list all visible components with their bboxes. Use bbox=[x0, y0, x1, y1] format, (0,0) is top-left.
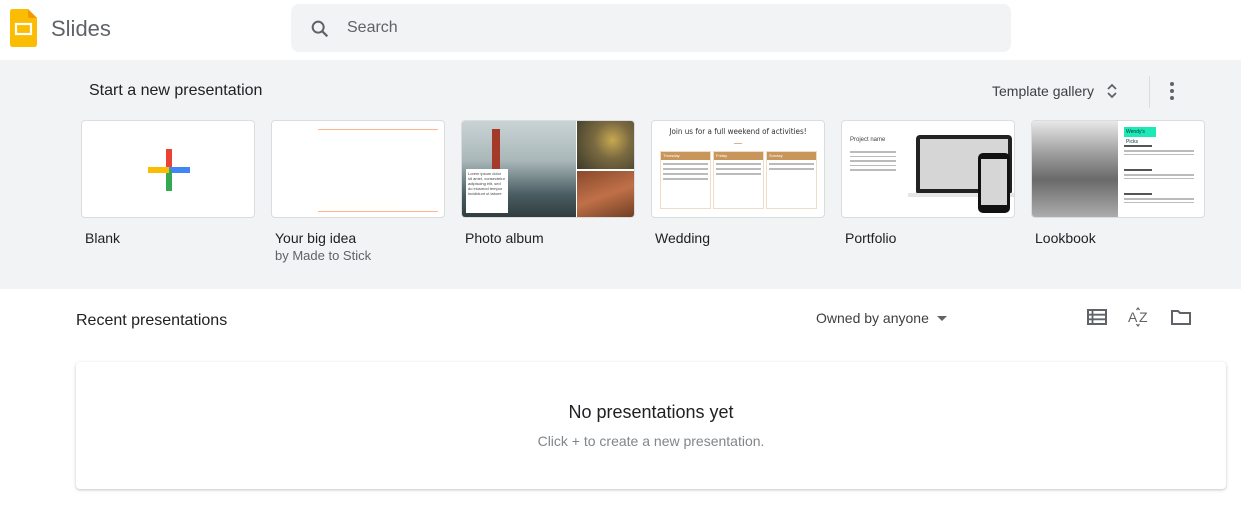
template-thumbnail[interactable]: Join us for a full weekend of activities… bbox=[651, 120, 825, 218]
thumb-day: Sunday bbox=[767, 152, 816, 160]
folder-icon[interactable] bbox=[1169, 305, 1193, 329]
thumb-title: Join us for a full weekend of activities… bbox=[669, 127, 807, 136]
search-input[interactable] bbox=[347, 16, 987, 40]
thumb-byline: A guide by Chip Heath & Dan Heath bbox=[318, 201, 398, 207]
template-lookbook[interactable]: Wendy's Picks Lookbook bbox=[1031, 120, 1205, 246]
template-section: Start a new presentation Template galler… bbox=[0, 60, 1241, 289]
svg-text:Z: Z bbox=[1139, 309, 1148, 325]
search-icon[interactable] bbox=[309, 18, 331, 40]
template-name: Your big idea bbox=[275, 230, 357, 246]
thumb-title: Project name bbox=[850, 137, 886, 143]
template-name: Blank bbox=[85, 230, 121, 246]
app-title[interactable]: Slides bbox=[51, 16, 111, 42]
leaves-photo bbox=[577, 121, 634, 169]
template-your-big-idea[interactable]: Making Presentations That Stick A guide … bbox=[271, 120, 445, 263]
template-thumbnail[interactable]: Project name bbox=[841, 120, 1015, 218]
svg-text:A: A bbox=[1128, 309, 1138, 325]
thumb-tag: Wendy's Picks bbox=[1124, 127, 1156, 145]
template-author: by Made to Stick bbox=[275, 248, 372, 263]
skater-photo bbox=[1032, 121, 1118, 217]
owner-filter-label: Owned by anyone bbox=[816, 310, 929, 326]
template-thumbnail[interactable]: Lorem ipsum dolor sit amet, consectetur … bbox=[461, 120, 635, 218]
template-thumbnail[interactable] bbox=[81, 120, 255, 218]
thumb-day: Thursday bbox=[661, 152, 710, 160]
template-name: Lookbook bbox=[1035, 230, 1096, 246]
table-photo bbox=[577, 171, 634, 217]
more-options-icon[interactable] bbox=[1160, 76, 1184, 106]
top-bar: Slides bbox=[0, 0, 1241, 60]
template-photo-album[interactable]: Lorem ipsum dolor sit amet, consectetur … bbox=[461, 120, 635, 246]
unfold-more-icon bbox=[1107, 83, 1117, 99]
search-bar[interactable] bbox=[291, 4, 1011, 52]
empty-state-hint: Click + to create a new presentation. bbox=[537, 433, 765, 449]
template-wedding[interactable]: Join us for a full weekend of activities… bbox=[651, 120, 825, 246]
template-gallery-button[interactable]: Template gallery bbox=[984, 74, 1126, 108]
owner-filter-dropdown[interactable]: Owned by anyone bbox=[808, 306, 955, 330]
template-blank[interactable]: Blank bbox=[81, 120, 255, 246]
template-portfolio[interactable]: Project name Portfolio bbox=[841, 120, 1015, 246]
section-heading: Start a new presentation bbox=[89, 82, 263, 99]
empty-state-title: No presentations yet bbox=[568, 402, 734, 422]
plus-icon bbox=[148, 149, 190, 191]
slides-logo-icon[interactable] bbox=[10, 9, 37, 47]
thumb-caption: Lorem ipsum dolor sit amet, consectetur … bbox=[466, 169, 508, 213]
recent-heading: Recent presentations bbox=[76, 312, 228, 329]
thumb-title: Making Presentations That Stick bbox=[318, 136, 437, 162]
empty-state-card: No presentations yet Click + to create a… bbox=[76, 362, 1226, 489]
thumb-day: Friday bbox=[714, 152, 763, 160]
template-gallery-label: Template gallery bbox=[992, 83, 1094, 99]
template-thumbnail[interactable]: Wendy's Picks bbox=[1031, 120, 1205, 218]
template-name: Photo album bbox=[465, 230, 544, 246]
divider bbox=[1149, 76, 1150, 108]
template-name: Portfolio bbox=[845, 230, 897, 246]
sort-az-icon[interactable]: A Z bbox=[1127, 305, 1151, 329]
template-name: Wedding bbox=[655, 230, 711, 246]
template-thumbnail[interactable]: Making Presentations That Stick A guide … bbox=[271, 120, 445, 218]
list-view-icon[interactable] bbox=[1085, 305, 1109, 329]
dropdown-caret-icon bbox=[936, 315, 947, 321]
